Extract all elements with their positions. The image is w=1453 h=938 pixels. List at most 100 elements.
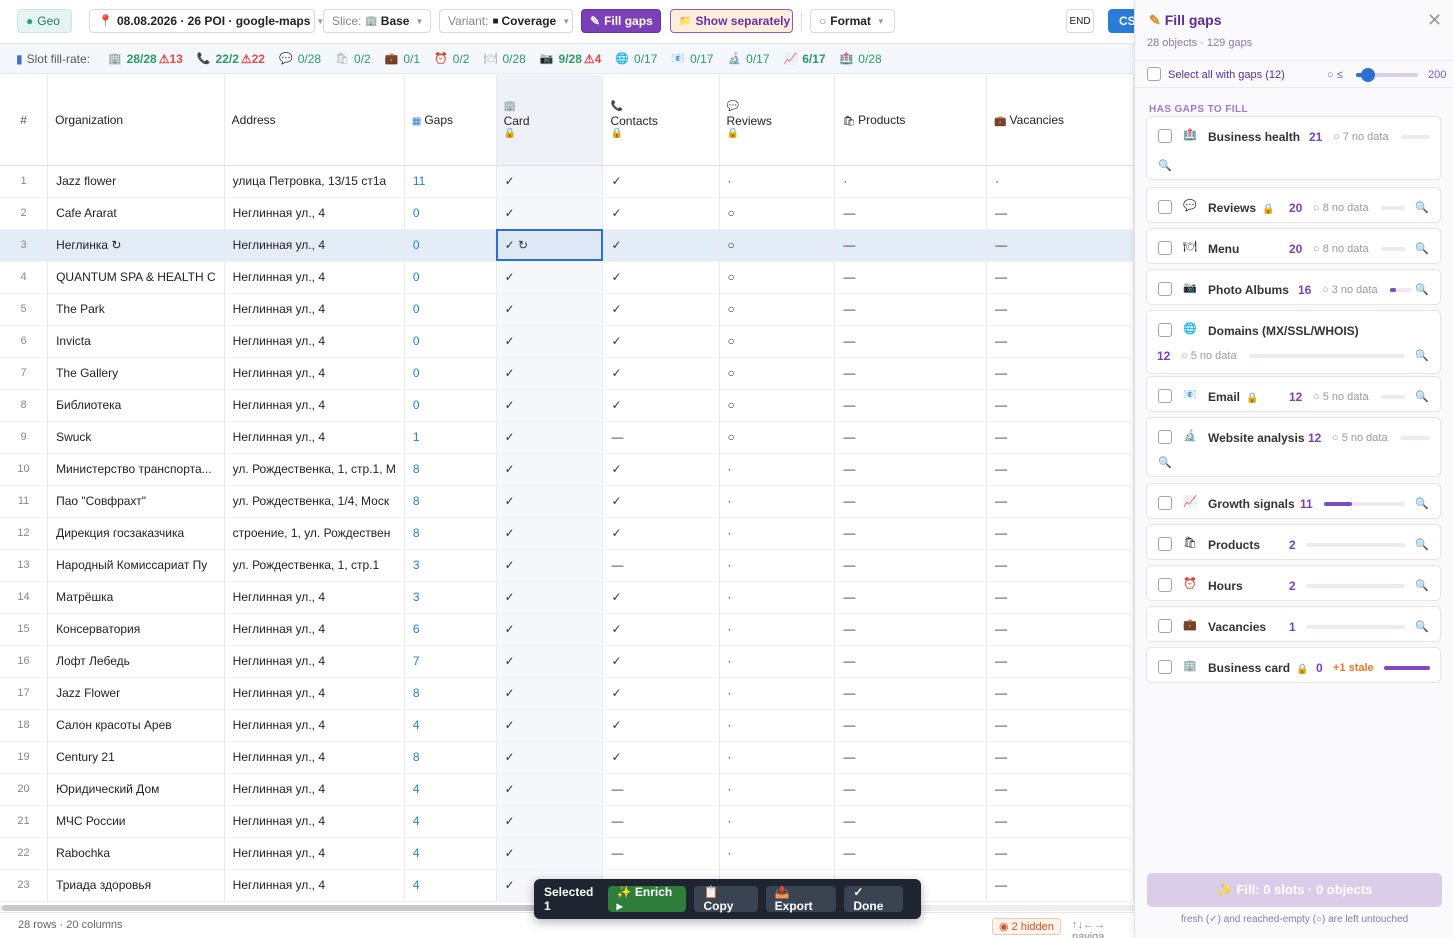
vacancies-cell[interactable]: — (986, 837, 1134, 870)
vacancies-cell[interactable]: — (986, 485, 1134, 518)
vacancies-cell[interactable]: — (986, 197, 1134, 230)
slot-checkbox[interactable] (1158, 129, 1172, 143)
reviews-cell[interactable]: ○ (719, 357, 836, 390)
reviews-cell[interactable]: ○ (719, 261, 836, 294)
products-cell[interactable]: — (834, 357, 988, 390)
contacts-cell[interactable]: ✓ (602, 229, 720, 262)
contacts-cell[interactable]: ✓ (602, 357, 720, 390)
address-cell[interactable]: Неглинная ул., 4 (224, 741, 405, 774)
gap-slot-card[interactable]: ⏰ Hours 2 🔍 (1146, 565, 1441, 601)
fill-rate-item[interactable]: 🛍 0/2 (335, 52, 371, 66)
fill-rate-item[interactable]: 🔬 0/17 (727, 52, 769, 66)
gap-slot-card[interactable]: 💼 Vacancies 1 🔍 (1146, 606, 1441, 642)
vacancies-cell[interactable]: — (986, 645, 1134, 678)
table-row[interactable]: 18 Салон красоты Арев Неглинная ул., 4 4 ✓ ✓ ·… (0, 709, 1134, 742)
table-row[interactable]: 21 МЧС России Неглинная ул., 4 4 ✓ — · — — (0, 805, 1134, 838)
gaps-cell[interactable]: 8 (404, 741, 497, 774)
contacts-cell[interactable]: ✓ (602, 485, 720, 518)
contacts-cell[interactable]: ✓ (602, 581, 720, 614)
products-cell[interactable]: — (834, 421, 988, 454)
products-cell[interactable]: — (834, 485, 988, 518)
select-all-checkbox[interactable] (1147, 67, 1161, 81)
gaps-cell[interactable]: 0 (404, 197, 497, 230)
org-cell[interactable]: Invicta (47, 325, 225, 358)
card-cell[interactable]: ✓ (496, 165, 604, 198)
reviews-cell[interactable]: ○ (719, 421, 836, 454)
search-icon[interactable]: 🔍 (1415, 620, 1429, 633)
reviews-cell[interactable]: · (719, 165, 836, 198)
vacancies-cell[interactable]: — (986, 389, 1134, 422)
slot-checkbox[interactable] (1158, 496, 1172, 510)
gaps-cell[interactable]: 0 (404, 261, 497, 294)
fill-rate-item[interactable]: 🏥 0/28 (840, 52, 882, 66)
slot-checkbox[interactable] (1158, 323, 1172, 337)
done-button[interactable]: ✓ Done (844, 885, 903, 913)
vacancies-cell[interactable]: — (986, 581, 1134, 614)
card-cell[interactable]: ✓ (496, 549, 604, 582)
vacancies-cell[interactable]: — (986, 293, 1134, 326)
address-cell[interactable]: Неглинная ул., 4 (224, 293, 405, 326)
fill-rate-item[interactable]: 📞 22/2 ⚠22 (197, 52, 265, 66)
col-header-gaps[interactable]: ▦ Gaps (404, 75, 497, 166)
contacts-cell[interactable]: — (602, 805, 720, 838)
reviews-cell[interactable]: · (719, 677, 836, 710)
reviews-cell[interactable]: ○ (719, 197, 836, 230)
address-cell[interactable]: строение, 1, ул. Рождествен (224, 517, 405, 550)
card-cell[interactable]: ✓ (496, 197, 604, 230)
fill-rate-item[interactable]: 📈 6/17 (784, 52, 826, 66)
address-cell[interactable]: Неглинная ул., 4 (224, 837, 405, 870)
row-number[interactable]: 2 (0, 197, 49, 230)
slot-checkbox[interactable] (1158, 619, 1172, 633)
products-cell[interactable]: — (834, 677, 988, 710)
row-number[interactable]: 22 (0, 837, 49, 870)
card-cell[interactable]: ✓ (496, 709, 604, 742)
col-header-products[interactable]: 🛍 Products (834, 75, 988, 166)
slice-select[interactable]: Slice: 🏢 Base ▼ (323, 9, 431, 33)
contacts-cell[interactable]: ✓ (602, 645, 720, 678)
contacts-cell[interactable]: ✓ (602, 389, 720, 422)
card-cell[interactable]: ✓ (496, 677, 604, 710)
products-cell[interactable]: — (834, 517, 988, 550)
reviews-cell[interactable]: · (719, 581, 836, 614)
address-cell[interactable]: Неглинная ул., 4 (224, 421, 405, 454)
vacancies-cell[interactable]: · (986, 165, 1134, 198)
org-cell[interactable]: Консерватория (47, 613, 225, 646)
table-row[interactable]: 5 The Park Неглинная ул., 4 0 ✓ ✓ ○ — — (0, 293, 1134, 326)
fill-gaps-button[interactable]: ✎ Fill gaps (581, 9, 661, 33)
vacancies-cell[interactable]: — (986, 741, 1134, 774)
address-cell[interactable]: Неглинная ул., 4 (224, 261, 405, 294)
contacts-cell[interactable]: ✓ (602, 261, 720, 294)
org-cell[interactable]: Народный Комиссариат Пу (47, 549, 225, 582)
products-cell[interactable]: — (834, 293, 988, 326)
org-cell[interactable]: Библиотека (47, 389, 225, 422)
slot-checkbox[interactable] (1158, 282, 1172, 296)
products-cell[interactable]: — (834, 325, 988, 358)
contacts-cell[interactable]: — (602, 837, 720, 870)
reviews-cell[interactable]: ○ (719, 325, 836, 358)
address-cell[interactable]: Неглинная ул., 4 (224, 197, 405, 230)
row-number[interactable]: 6 (0, 325, 49, 358)
address-cell[interactable]: Неглинная ул., 4 (224, 357, 405, 390)
gaps-cell[interactable]: 4 (404, 773, 497, 806)
vacancies-cell[interactable]: — (986, 357, 1134, 390)
gap-slot-card[interactable]: 🏢 Business card 🔒 0 +1 stale (1146, 647, 1441, 683)
vacancies-cell[interactable]: — (986, 773, 1134, 806)
vacancies-cell[interactable]: — (986, 229, 1134, 262)
fill-submit-button[interactable]: ✨ Fill: 0 slots · 0 objects (1147, 873, 1442, 907)
gaps-cell[interactable]: 7 (404, 645, 497, 678)
scrollbar-thumb[interactable] (2, 905, 622, 911)
slot-checkbox[interactable] (1158, 241, 1172, 255)
table-row[interactable]: 3 Неглинка ↻ Неглинная ул., 4 0 ✓ ↻ ✓ ○ — — (0, 229, 1134, 262)
reviews-cell[interactable]: · (719, 773, 836, 806)
search-icon[interactable]: 🔍 (1415, 390, 1429, 403)
table-row[interactable]: 14 Матрёшка Неглинная ул., 4 3 ✓ ✓ · — — (0, 581, 1134, 614)
row-number[interactable]: 9 (0, 421, 49, 454)
org-cell[interactable]: Cafe Ararat (47, 197, 225, 230)
contacts-cell[interactable]: — (602, 773, 720, 806)
table-row[interactable]: 19 Century 21 Неглинная ул., 4 8 ✓ ✓ · — — (0, 741, 1134, 774)
address-cell[interactable]: Неглинная ул., 4 (224, 805, 405, 838)
card-cell[interactable]: ✓ (496, 741, 604, 774)
table-row[interactable]: 20 Юридический Дом Неглинная ул., 4 4 ✓ — · — — (0, 773, 1134, 806)
products-cell[interactable]: · (834, 165, 988, 198)
gap-slot-card[interactable]: 🌐 Domains (MX/SSL/WHOIS) 12 ○ 5 no data 🔍 (1146, 310, 1441, 374)
